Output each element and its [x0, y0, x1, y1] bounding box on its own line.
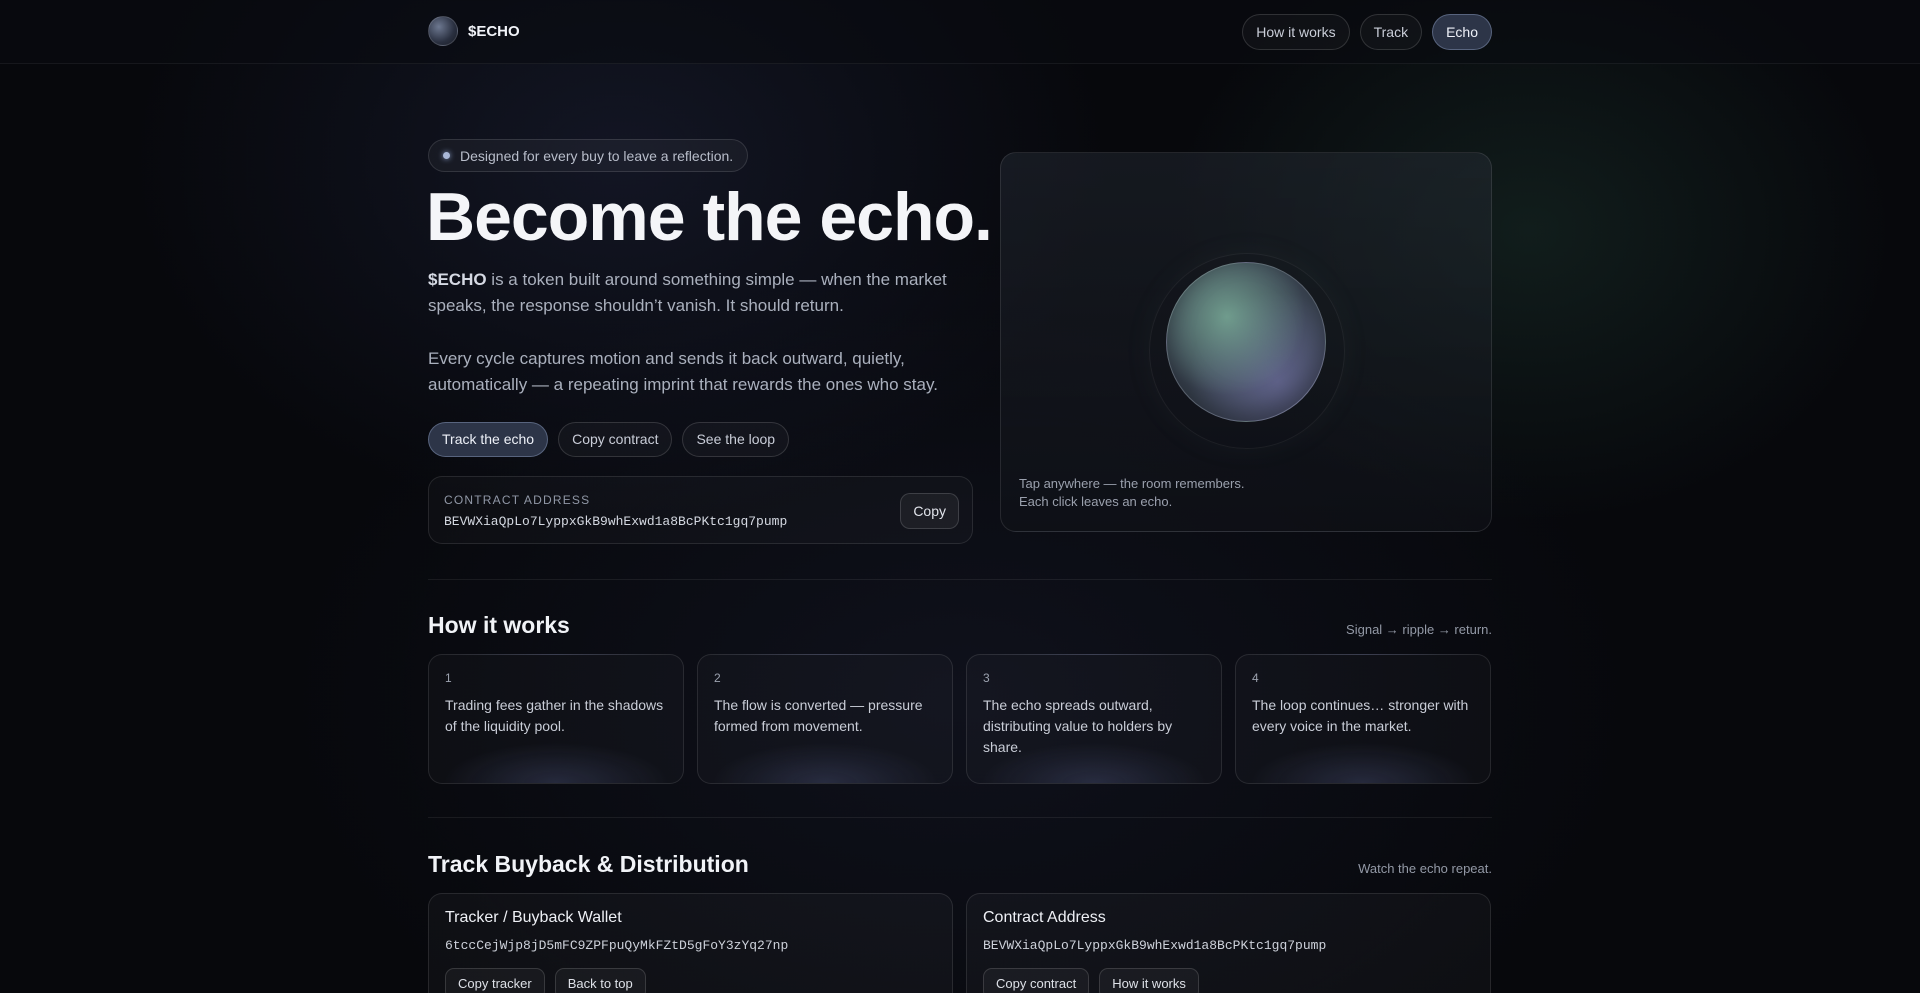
contract-card-actions: Copy contract How it works	[983, 968, 1199, 993]
copy-address-button[interactable]: Copy	[900, 493, 959, 529]
panel-caption-1: Tap anywhere — the room remembers.	[1019, 476, 1245, 491]
step-card: 4 The loop continues… stronger with ever…	[1235, 654, 1491, 784]
contract-address-value[interactable]: BEVWXiaQpLo7LyppxGkB9whExwd1a8BcPKtc1gq7…	[444, 514, 787, 529]
contract-card-address[interactable]: BEVWXiaQpLo7LyppxGkB9whExwd1a8BcPKtc1gq7…	[983, 938, 1326, 953]
nav-track[interactable]: Track	[1359, 14, 1423, 50]
echo-orb[interactable]	[1166, 262, 1326, 422]
step-text: The loop continues… stronger with every …	[1252, 697, 1469, 734]
step-card: 2 The flow is converted — pressure forme…	[697, 654, 953, 784]
dot-icon	[443, 152, 450, 159]
nav-how-it-works[interactable]: How it works	[1242, 14, 1350, 50]
contract-address-label: CONTRACT ADDRESS	[444, 493, 591, 507]
step-card: 1 Trading fees gather in the shadows of …	[428, 654, 684, 784]
top-nav: How it works Track Echo	[1242, 14, 1492, 50]
hero-paragraph-1-text: is a token built around something simple…	[428, 270, 947, 315]
badge-text: Designed for every buy to leave a reflec…	[460, 147, 734, 164]
hero-paragraph-2: Every cycle captures motion and sends it…	[428, 349, 938, 394]
how-it-works-title: How it works	[428, 612, 570, 638]
copy-contract-button[interactable]: Copy contract	[558, 422, 673, 457]
see-the-loop-button[interactable]: See the loop	[682, 422, 790, 457]
step-number: 4	[1252, 671, 1259, 685]
contract-address-box: CONTRACT ADDRESS BEVWXiaQpLo7LyppxGkB9wh…	[428, 476, 973, 544]
hero-title: Become the echo.	[426, 179, 993, 255]
step-text: The echo spreads outward, distributing v…	[983, 697, 1173, 755]
step-number: 2	[714, 671, 721, 685]
echo-room-panel[interactable]: Tap anywhere — the room remembers. Each …	[1000, 152, 1492, 532]
step-number: 1	[445, 671, 452, 685]
tracker-card-actions: Copy tracker Back to top	[445, 968, 646, 993]
nav-echo[interactable]: Echo	[1432, 14, 1492, 50]
tracker-wallet-card: Tracker / Buyback Wallet 6tccCejWjp8jD5m…	[428, 893, 953, 993]
contract-address-card: Contract Address BEVWXiaQpLo7LyppxGkB9wh…	[966, 893, 1491, 993]
tracker-wallet-address[interactable]: 6tccCejWjp8jD5mFC9ZPFpuQyMkFZtD5gFoY3zYq…	[445, 938, 788, 953]
tracker-card-title: Tracker / Buyback Wallet	[445, 909, 622, 926]
logo-orb-icon	[428, 16, 458, 46]
copy-contract-card-button[interactable]: Copy contract	[983, 968, 1090, 993]
track-section-title: Track Buyback & Distribution	[428, 851, 749, 877]
how-it-works-aside: Signal → ripple → return.	[1346, 622, 1492, 637]
hero-badge: Designed for every buy to leave a reflec…	[428, 139, 749, 172]
brand-name: $ECHO	[468, 22, 520, 40]
step-text: The flow is converted — pressure formed …	[714, 697, 923, 734]
panel-caption-2: Each click leaves an echo.	[1019, 494, 1173, 509]
contract-card-title: Contract Address	[983, 909, 1106, 926]
token-name: $ECHO	[428, 270, 487, 289]
brand[interactable]: $ECHO	[428, 16, 520, 46]
back-to-top-button[interactable]: Back to top	[554, 968, 646, 993]
top-header: $ECHO How it works Track Echo	[0, 0, 1920, 64]
track-the-echo-button[interactable]: Track the echo	[428, 422, 549, 457]
copy-tracker-button[interactable]: Copy tracker	[445, 968, 545, 993]
hero-actions: Track the echo Copy contract See the loo…	[428, 422, 790, 457]
hero-paragraph-1: $ECHO is a token built around something …	[428, 267, 983, 319]
section-divider	[428, 817, 1492, 818]
section-divider	[428, 579, 1492, 580]
step-number: 3	[983, 671, 990, 685]
track-section-aside: Watch the echo repeat.	[1358, 861, 1492, 876]
how-it-works-link-button[interactable]: How it works	[1099, 968, 1199, 993]
step-text: Trading fees gather in the shadows of th…	[445, 697, 664, 734]
step-card: 3 The echo spreads outward, distributing…	[966, 654, 1222, 784]
